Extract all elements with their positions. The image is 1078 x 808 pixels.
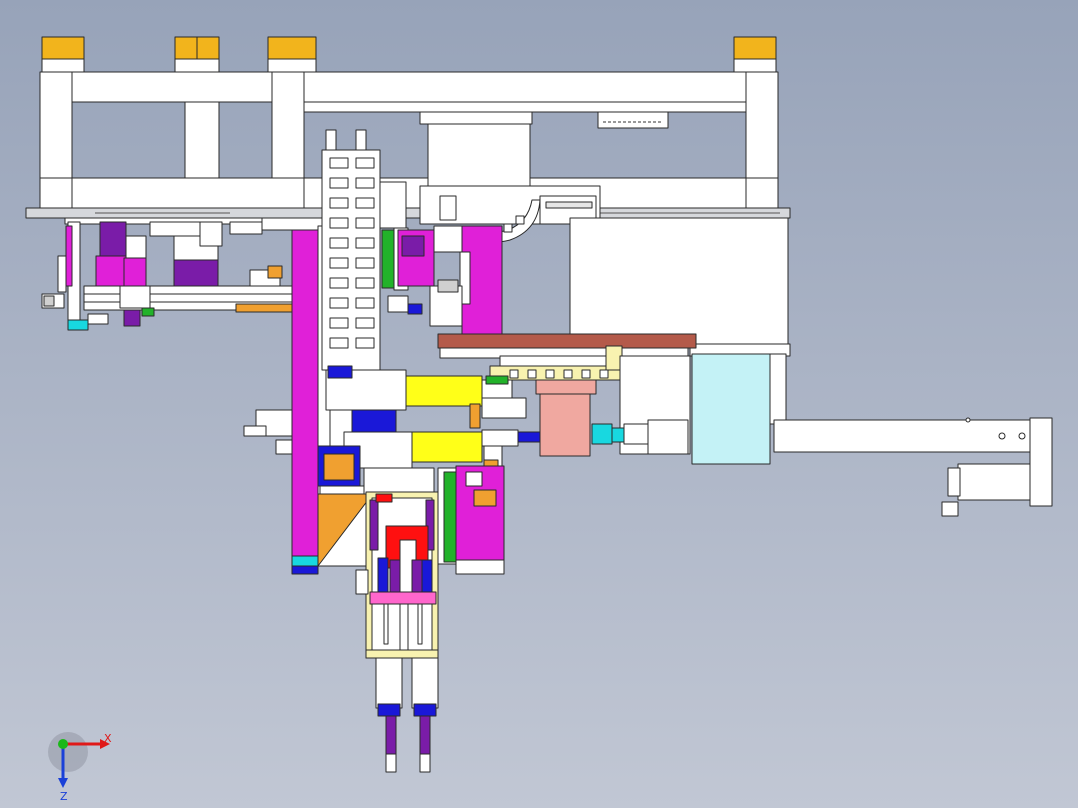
gripper-head — [355, 491, 439, 773]
triad-origin — [58, 739, 68, 749]
top-frame — [25, 36, 791, 219]
cad-assembly-drawing[interactable]: X Z — [0, 0, 1078, 808]
right-column — [387, 225, 503, 337]
servo-motor — [957, 463, 1031, 501]
yellow-cylinder — [405, 375, 483, 407]
cable-chain-towers — [321, 129, 409, 371]
triad-x-label: X — [104, 732, 112, 745]
connector-block — [597, 111, 669, 129]
coordinate-triad: X Z — [48, 732, 112, 803]
cad-viewport[interactable]: X Z — [0, 0, 1078, 808]
nozzle — [385, 715, 397, 755]
nozzle — [419, 715, 431, 755]
green-slide — [381, 229, 395, 289]
yellow-cylinder — [411, 431, 483, 463]
brown-belt — [437, 333, 697, 349]
magenta-pillar — [291, 229, 319, 565]
servo-arm — [773, 419, 1033, 453]
triad-z-label: Z — [60, 790, 68, 803]
servo-housing — [691, 353, 771, 465]
mounting-pad — [733, 36, 777, 60]
left-gripper-cluster — [41, 217, 333, 331]
salmon-cylinder — [539, 393, 591, 457]
triad-origin-shadow — [48, 732, 88, 772]
magenta-plate — [65, 225, 73, 287]
mounting-pad — [41, 36, 85, 60]
mounting-pad — [267, 36, 317, 60]
